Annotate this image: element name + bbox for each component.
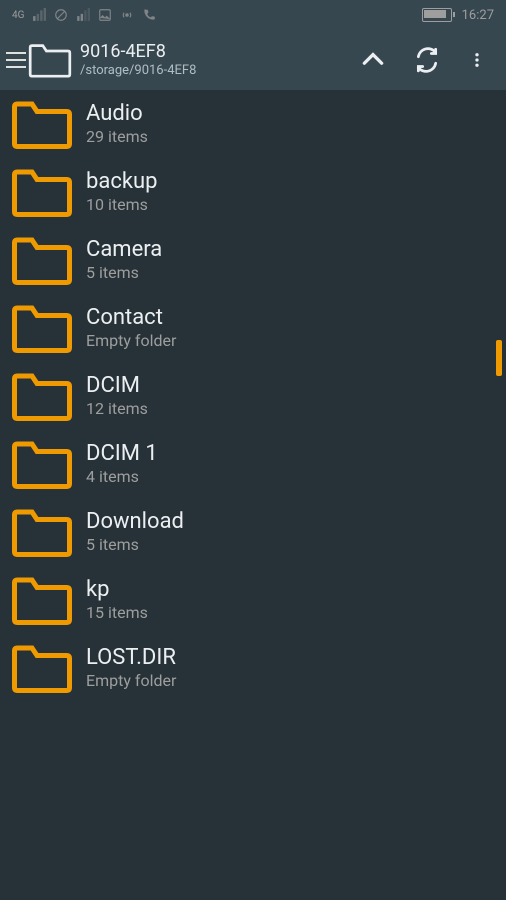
file-list[interactable]: Audio29 itemsbackup10 itemsCamera5 items… (0, 90, 506, 900)
folder-subtitle: 12 items (86, 399, 148, 420)
refresh-button[interactable] (414, 47, 440, 73)
folder-subtitle: 10 items (86, 195, 157, 216)
list-item[interactable]: LOST.DIREmpty folder (0, 634, 506, 702)
folder-subtitle: 15 items (86, 603, 148, 624)
list-item[interactable]: Camera5 items (0, 226, 506, 294)
item-text: Audio29 items (72, 100, 148, 148)
status-right: 16:27 (422, 8, 494, 23)
folder-subtitle: 5 items (86, 535, 184, 556)
folder-name: DCIM 1 (86, 440, 158, 468)
overflow-menu-button[interactable] (468, 47, 486, 73)
folder-subtitle: 4 items (86, 467, 158, 488)
folder-name: DCIM (86, 372, 148, 400)
folder-subtitle: 5 items (86, 263, 162, 284)
folder-name: Download (86, 508, 184, 536)
item-text: ContactEmpty folder (72, 304, 176, 352)
phone-icon (142, 8, 156, 22)
list-item[interactable]: DCIM 14 items (0, 430, 506, 498)
folder-name: backup (86, 168, 157, 196)
folder-icon (12, 370, 72, 422)
status-time: 16:27 (462, 8, 494, 23)
folder-name: Contact (86, 304, 176, 332)
scroll-indicator[interactable] (496, 340, 502, 376)
folder-name: LOST.DIR (86, 644, 176, 672)
folder-subtitle: Empty folder (86, 671, 176, 692)
folder-icon (12, 574, 72, 626)
folder-name: Audio (86, 100, 148, 128)
folder-subtitle: Empty folder (86, 331, 176, 352)
status-bar: 4G 16:27 (0, 0, 506, 30)
list-item[interactable]: ContactEmpty folder (0, 294, 506, 362)
battery-icon (422, 8, 452, 22)
signal-icon (32, 8, 46, 22)
storage-title: 9016-4EF8 (80, 42, 360, 63)
item-text: LOST.DIREmpty folder (72, 644, 176, 692)
folder-icon (12, 98, 72, 150)
item-text: Camera5 items (72, 236, 162, 284)
no-sim-icon (54, 8, 68, 22)
hotspot-icon (120, 8, 134, 22)
item-text: backup10 items (72, 168, 157, 216)
folder-icon (12, 506, 72, 558)
menu-button[interactable] (6, 52, 26, 68)
folder-icon (12, 234, 72, 286)
app-bar: 9016-4EF8 /storage/9016-4EF8 (0, 30, 506, 90)
item-text: DCIM 14 items (72, 440, 158, 488)
network-4g-icon: 4G (12, 10, 24, 21)
list-item[interactable]: Audio29 items (0, 90, 506, 158)
folder-icon (12, 642, 72, 694)
app-bar-actions (360, 47, 496, 73)
title-area[interactable]: 9016-4EF8 /storage/9016-4EF8 (80, 42, 360, 78)
signal-icon-2 (76, 8, 90, 22)
folder-subtitle: 29 items (86, 127, 148, 148)
folder-name: kp (86, 576, 148, 604)
list-item[interactable]: Download5 items (0, 498, 506, 566)
folder-icon (12, 166, 72, 218)
up-button[interactable] (360, 47, 386, 73)
folder-name: Camera (86, 236, 162, 264)
item-text: Download5 items (72, 508, 184, 556)
folder-icon (12, 302, 72, 354)
item-text: DCIM12 items (72, 372, 148, 420)
item-text: kp15 items (72, 576, 148, 624)
status-left: 4G (12, 8, 156, 22)
picture-icon (98, 8, 112, 22)
folder-icon (28, 42, 72, 78)
storage-path: /storage/9016-4EF8 (80, 63, 360, 79)
list-item[interactable]: kp15 items (0, 566, 506, 634)
list-item[interactable]: backup10 items (0, 158, 506, 226)
list-item[interactable]: DCIM12 items (0, 362, 506, 430)
folder-icon (12, 438, 72, 490)
